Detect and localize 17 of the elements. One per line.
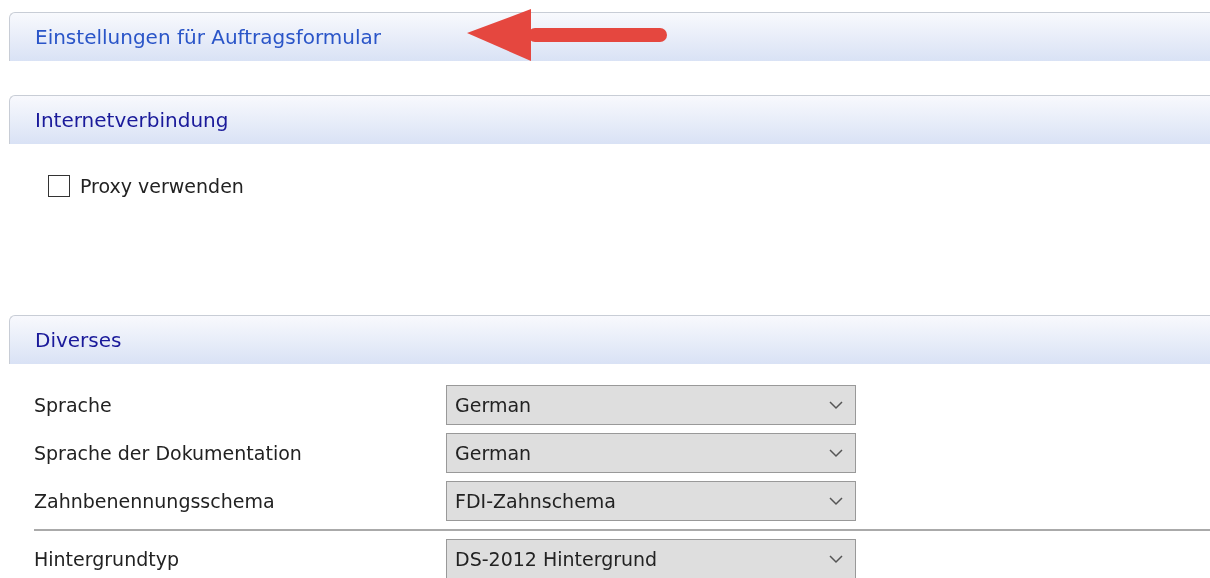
checkbox-label: Proxy verwenden xyxy=(80,175,244,197)
panel-title: Diverses xyxy=(35,328,122,352)
chevron-down-icon xyxy=(829,448,843,458)
field-label: Sprache der Dokumentation xyxy=(33,442,303,464)
dropdown[interactable]: German xyxy=(446,385,856,425)
dropdown[interactable]: FDI-Zahnschema xyxy=(446,481,856,521)
dropdown[interactable]: DS-2012 Hintergrund xyxy=(446,539,856,578)
field-label: Zahnbenennungsschema xyxy=(33,490,276,512)
panel-title: Internetverbindung xyxy=(35,108,229,132)
checkbox[interactable] xyxy=(48,175,70,197)
panel-title: Einstellungen für Auftragsformular xyxy=(35,25,382,49)
chevron-down-icon xyxy=(829,496,843,506)
field-label: Sprache xyxy=(33,394,113,416)
dropdown[interactable]: German xyxy=(446,433,856,473)
field-label: Hintergrundtyp xyxy=(33,548,180,570)
chevron-down-icon xyxy=(829,400,843,410)
chevron-down-icon xyxy=(829,554,843,564)
